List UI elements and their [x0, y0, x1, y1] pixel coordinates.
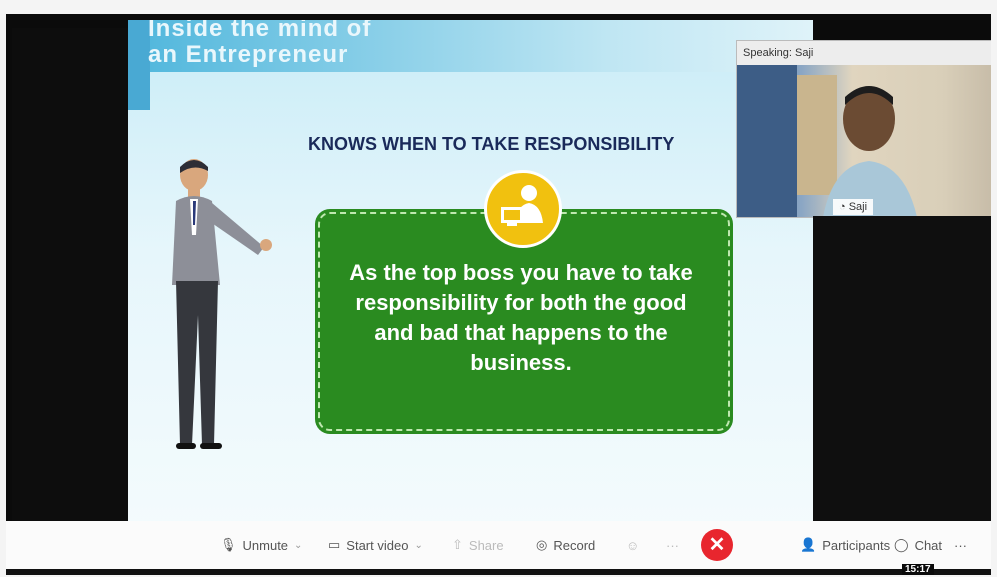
slide-title: Inside the mind of an Entrepreneur	[148, 20, 371, 68]
speaking-label: Speaking:	[743, 47, 792, 59]
video-tile-name: ◔ Saji	[833, 199, 874, 215]
unmute-button[interactable]: 🎙 Unmute ⌄	[220, 521, 302, 569]
share-button[interactable]: ⇧ Share	[452, 521, 504, 569]
chat-button[interactable]: ◯ Chat	[894, 521, 942, 569]
speaker-name: Saji	[795, 47, 814, 59]
slide-heading: KNOWS WHEN TO TAKE RESPONSIBILITY	[308, 134, 675, 154]
start-video-button[interactable]: ▭ Start video ⌄	[328, 521, 423, 569]
share-icon: ⇧	[452, 537, 463, 552]
emoji-icon: ☺	[626, 537, 640, 553]
share-label: Share	[468, 537, 504, 553]
chat-label: Chat	[914, 537, 943, 553]
speaker-silhouette	[737, 65, 917, 217]
video-tile-name-label: Saji	[848, 201, 868, 213]
right-bezel	[813, 216, 991, 536]
slide-title-line2: an Entrepreneur	[148, 41, 349, 68]
slide-header-tab	[128, 20, 150, 110]
badge	[484, 170, 562, 248]
end-call-button[interactable]: ✕	[701, 529, 733, 561]
more-icon: ···	[666, 537, 679, 553]
close-icon: ✕	[708, 534, 726, 556]
chevron-down-icon[interactable]: ⌄	[294, 540, 302, 551]
slide-title-line1: Inside the mind of	[148, 20, 372, 42]
speaker-video-panel[interactable]: Speaking: Saji ◔ Saji	[736, 40, 991, 218]
start-video-label: Start video	[346, 537, 409, 553]
meeting-toolbar: 🎙 Unmute ⌄ ▭ Start video ⌄ ⇧ Share ◎ Rec…	[6, 521, 991, 569]
chevron-down-icon[interactable]: ⌄	[414, 540, 422, 551]
businessman-computer-icon	[501, 185, 543, 226]
video-camera-icon: ▭	[328, 537, 341, 552]
record-button[interactable]: ◎ Record	[536, 521, 595, 569]
left-bezel	[12, 28, 128, 535]
record-label: Record	[553, 537, 596, 553]
toolbar-more-button[interactable]: ···	[954, 521, 967, 569]
more-options-button[interactable]: ···	[666, 521, 679, 569]
speaker-video-feed	[737, 65, 991, 217]
unmute-label: Unmute	[242, 537, 289, 553]
speaking-indicator: Speaking: Saji	[737, 41, 991, 65]
microphone-icon: 🎙	[220, 537, 237, 552]
presentation-slide: Inside the mind of an Entrepreneur KNOWS…	[128, 20, 813, 535]
reactions-button[interactable]: ☺	[626, 521, 639, 569]
system-clock: 15:17	[902, 564, 934, 575]
participants-button[interactable]: 👤 Participants	[800, 521, 890, 569]
taskbar-strip	[6, 569, 991, 575]
card-body-text: As the top boss you have to take respons…	[349, 260, 693, 375]
chat-bubble-icon: ◯	[894, 537, 909, 552]
audio-icon: ◔	[839, 201, 849, 213]
person-icon: 👤	[800, 537, 817, 552]
screen-frame: Inside the mind of an Entrepreneur KNOWS…	[6, 14, 991, 570]
participants-label: Participants	[822, 537, 891, 553]
record-icon: ◎	[536, 537, 548, 552]
businessman-illustration	[172, 159, 272, 449]
more-icon: ···	[954, 537, 967, 553]
